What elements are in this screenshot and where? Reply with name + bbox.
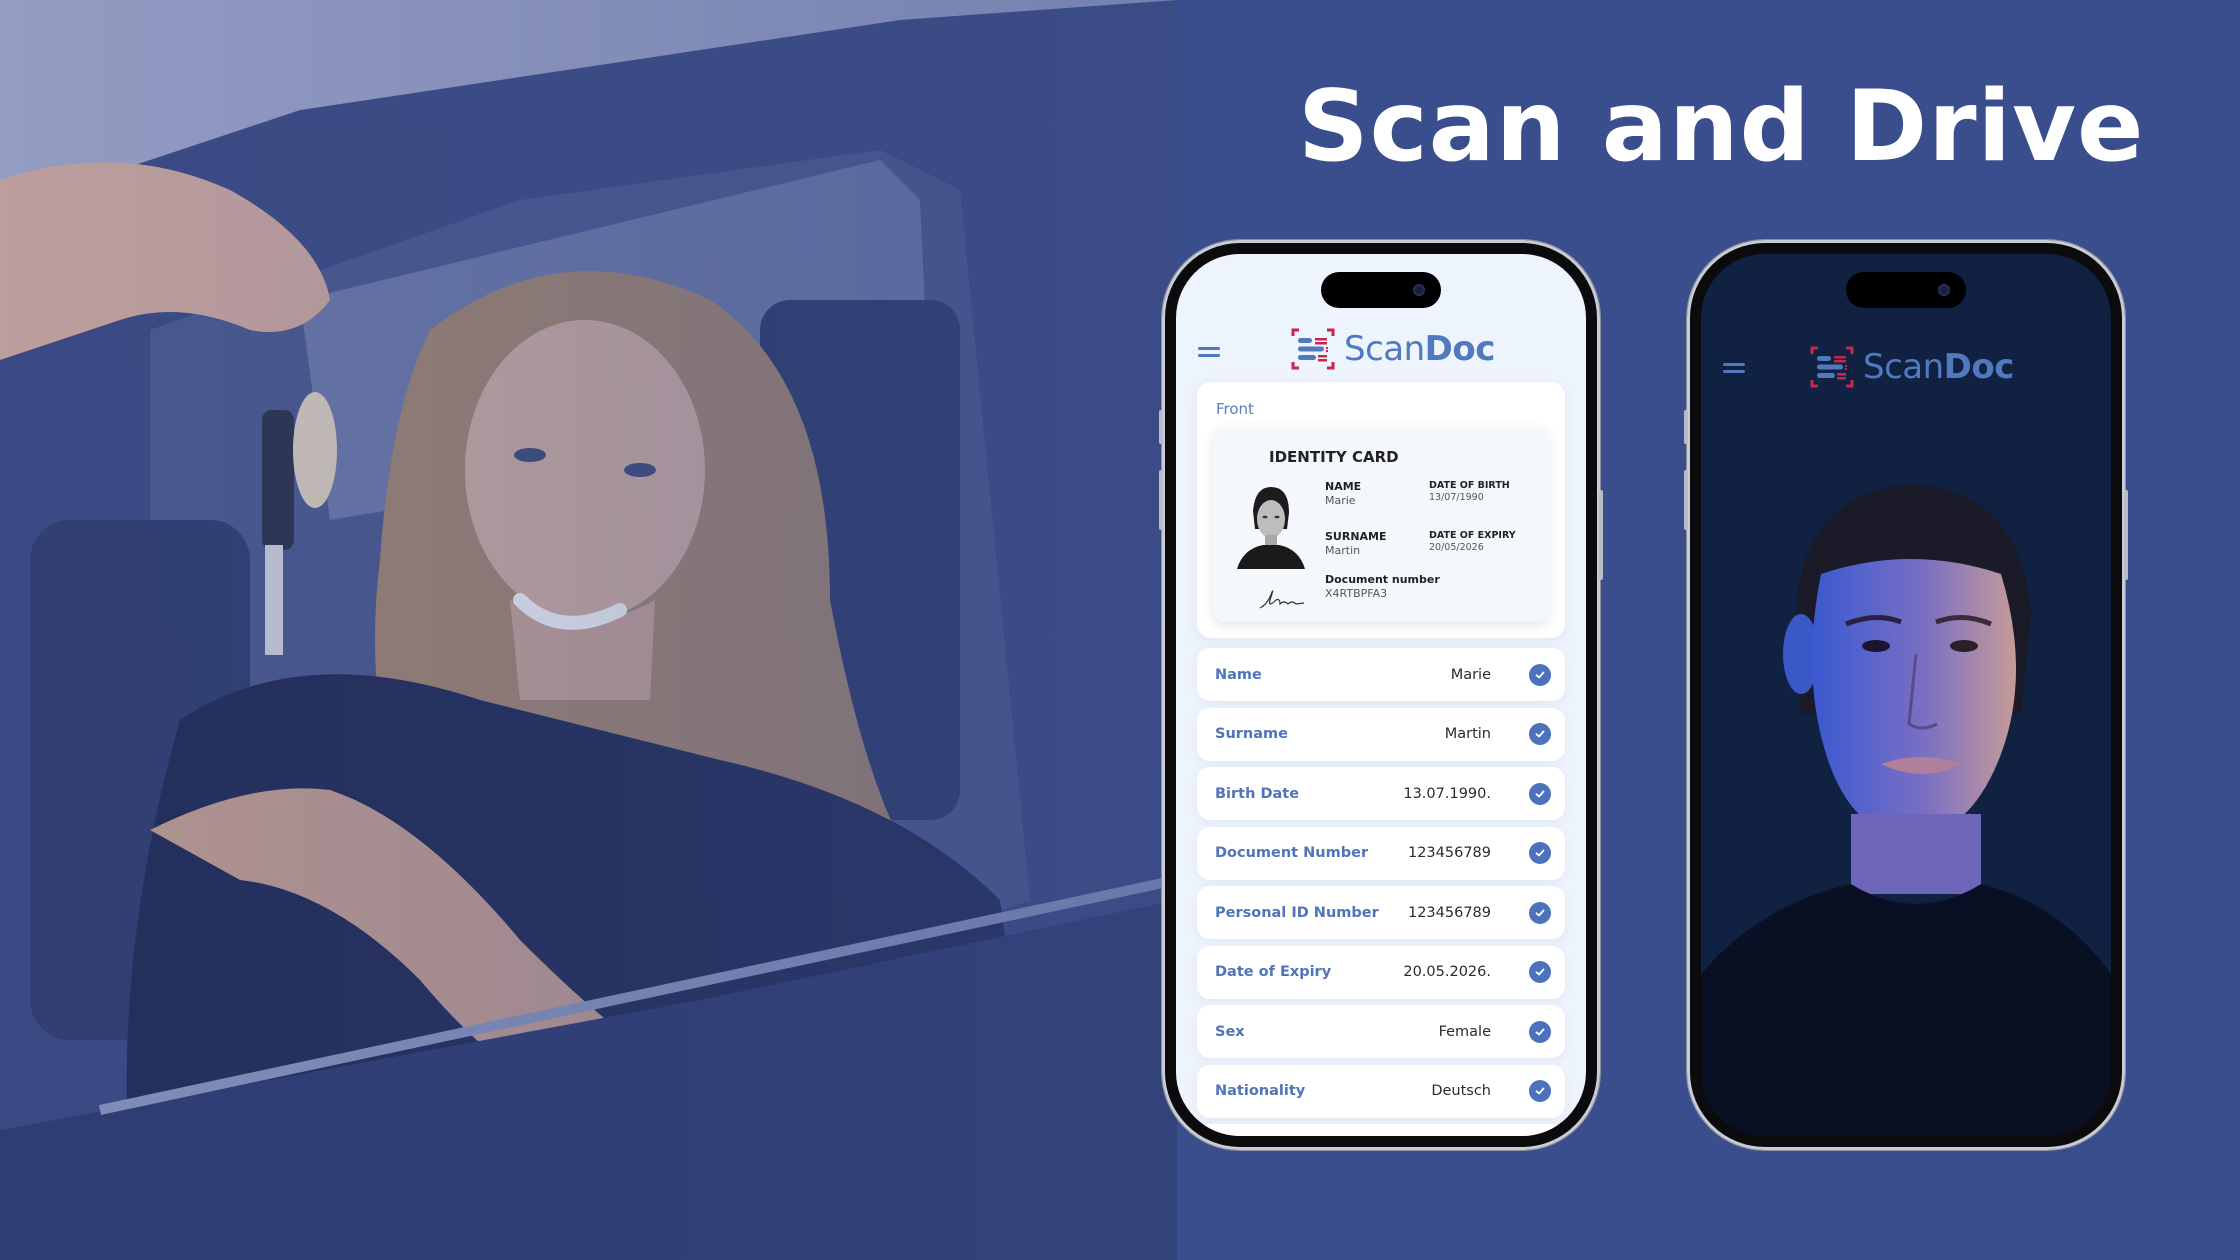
phone-screen: ScanDoc Front IDENTITY CARD NAME Marie D… <box>1176 254 1586 1136</box>
phone-side-button <box>1159 410 1163 444</box>
dynamic-island <box>1321 272 1441 308</box>
field-value: 13.07.1990. <box>1403 785 1491 802</box>
phone-id-scan: ScanDoc Front IDENTITY CARD NAME Marie D… <box>1159 240 1603 1150</box>
field-row[interactable]: Surname Martin <box>1197 707 1565 761</box>
phone-power-button <box>2124 490 2128 580</box>
field-row[interactable]: Birth Date 13.07.1990. <box>1197 767 1565 820</box>
id-field-surname: SURNAME Martin <box>1325 530 1387 557</box>
photo-tint-overlay <box>0 0 1177 1260</box>
hero-photo <box>0 0 1177 1260</box>
identity-card-preview: IDENTITY CARD NAME Marie DATE OF BIRTH 1… <box>1213 426 1549 622</box>
document-front-card: Front IDENTITY CARD NAME Marie DATE OF B… <box>1197 382 1565 638</box>
id-field-document-number: Document number X4RTBPFA3 <box>1325 573 1440 600</box>
app-header: ScanDoc <box>1176 316 1586 386</box>
section-label-front: Front <box>1216 400 1254 418</box>
id-card-title: IDENTITY CARD <box>1269 448 1399 466</box>
field-row[interactable]: Name Marie <box>1197 648 1565 701</box>
field-label: Birth Date <box>1215 785 1300 802</box>
verified-check-icon <box>1529 1080 1551 1102</box>
logo-text: ScanDoc <box>1344 329 1495 369</box>
verified-check-icon <box>1529 663 1551 686</box>
dynamic-island <box>1846 272 1966 308</box>
field-row[interactable]: Issuing AuthorityBerlin PP <box>1197 1124 1565 1136</box>
hamburger-menu-icon[interactable] <box>1198 344 1220 360</box>
field-value: 123456789 <box>1407 845 1491 861</box>
field-label: Personal ID Number <box>1215 904 1379 921</box>
verified-check-icon <box>1529 1020 1551 1043</box>
verified-check-icon <box>1529 901 1551 924</box>
field-label: Surname <box>1215 726 1288 742</box>
field-label: Date of Expiry <box>1215 964 1332 980</box>
selfie-portrait-image <box>1701 484 2111 1136</box>
scan-document-icon <box>1810 346 1854 388</box>
verified-check-icon <box>1529 723 1551 745</box>
field-label: Nationality <box>1215 1083 1306 1099</box>
phone-power-button <box>1599 490 1603 580</box>
phone-volume-button <box>1684 470 1688 530</box>
phone-face-verification: ScanDoc <box>1684 240 2128 1150</box>
extracted-fields-list: Name Marie Surname Martin Birth Date 13.07.19… <box>1197 648 1565 1136</box>
scan-document-icon <box>1291 328 1335 370</box>
phone-screen: ScanDoc <box>1701 254 2111 1136</box>
id-photo-portrait <box>1237 487 1305 569</box>
signature-icon <box>1259 590 1305 609</box>
field-row[interactable]: Nationality Deutsch <box>1197 1064 1565 1118</box>
field-row[interactable]: Document Number 123456789 <box>1197 826 1565 880</box>
field-value: Marie <box>1450 666 1491 683</box>
selfie-portrait <box>1701 454 2111 1136</box>
field-value: Female <box>1438 1023 1491 1040</box>
scandoc-logo: ScanDoc <box>1809 342 2014 392</box>
field-value: Martin <box>1444 726 1491 742</box>
field-label: Sex <box>1215 1023 1245 1040</box>
field-label: Document Number <box>1215 845 1369 861</box>
camera-lens <box>1413 284 1425 296</box>
verified-check-icon <box>1529 842 1551 864</box>
hamburger-menu-icon[interactable] <box>1723 360 1745 376</box>
camera-lens <box>1938 284 1950 296</box>
app-header: ScanDoc <box>1701 334 2111 404</box>
verified-check-icon <box>1529 782 1551 805</box>
phone-volume-button <box>1159 470 1163 530</box>
headline: Scan and Drive <box>1298 70 2145 184</box>
id-field-name: NAME Marie <box>1325 480 1362 507</box>
field-row[interactable]: Personal ID Number 123456789 <box>1197 886 1565 939</box>
verified-check-icon <box>1529 961 1551 983</box>
field-label: Name <box>1215 666 1262 683</box>
id-field-dob: DATE OF BIRTH 13/07/1990 <box>1429 480 1510 503</box>
id-field-expiry: DATE OF EXPIRY 20/05/2026 <box>1429 530 1516 553</box>
logo-text: ScanDoc <box>1863 347 2014 387</box>
field-row[interactable]: Sex Female <box>1197 1005 1565 1058</box>
phone-side-button <box>1684 410 1688 444</box>
field-value: 123456789 <box>1407 904 1491 921</box>
field-value: 20.05.2026. <box>1403 964 1491 980</box>
field-value: Deutsch <box>1431 1083 1491 1099</box>
field-row[interactable]: Date of Expiry 20.05.2026. <box>1197 945 1565 999</box>
scandoc-logo: ScanDoc <box>1290 324 1495 374</box>
